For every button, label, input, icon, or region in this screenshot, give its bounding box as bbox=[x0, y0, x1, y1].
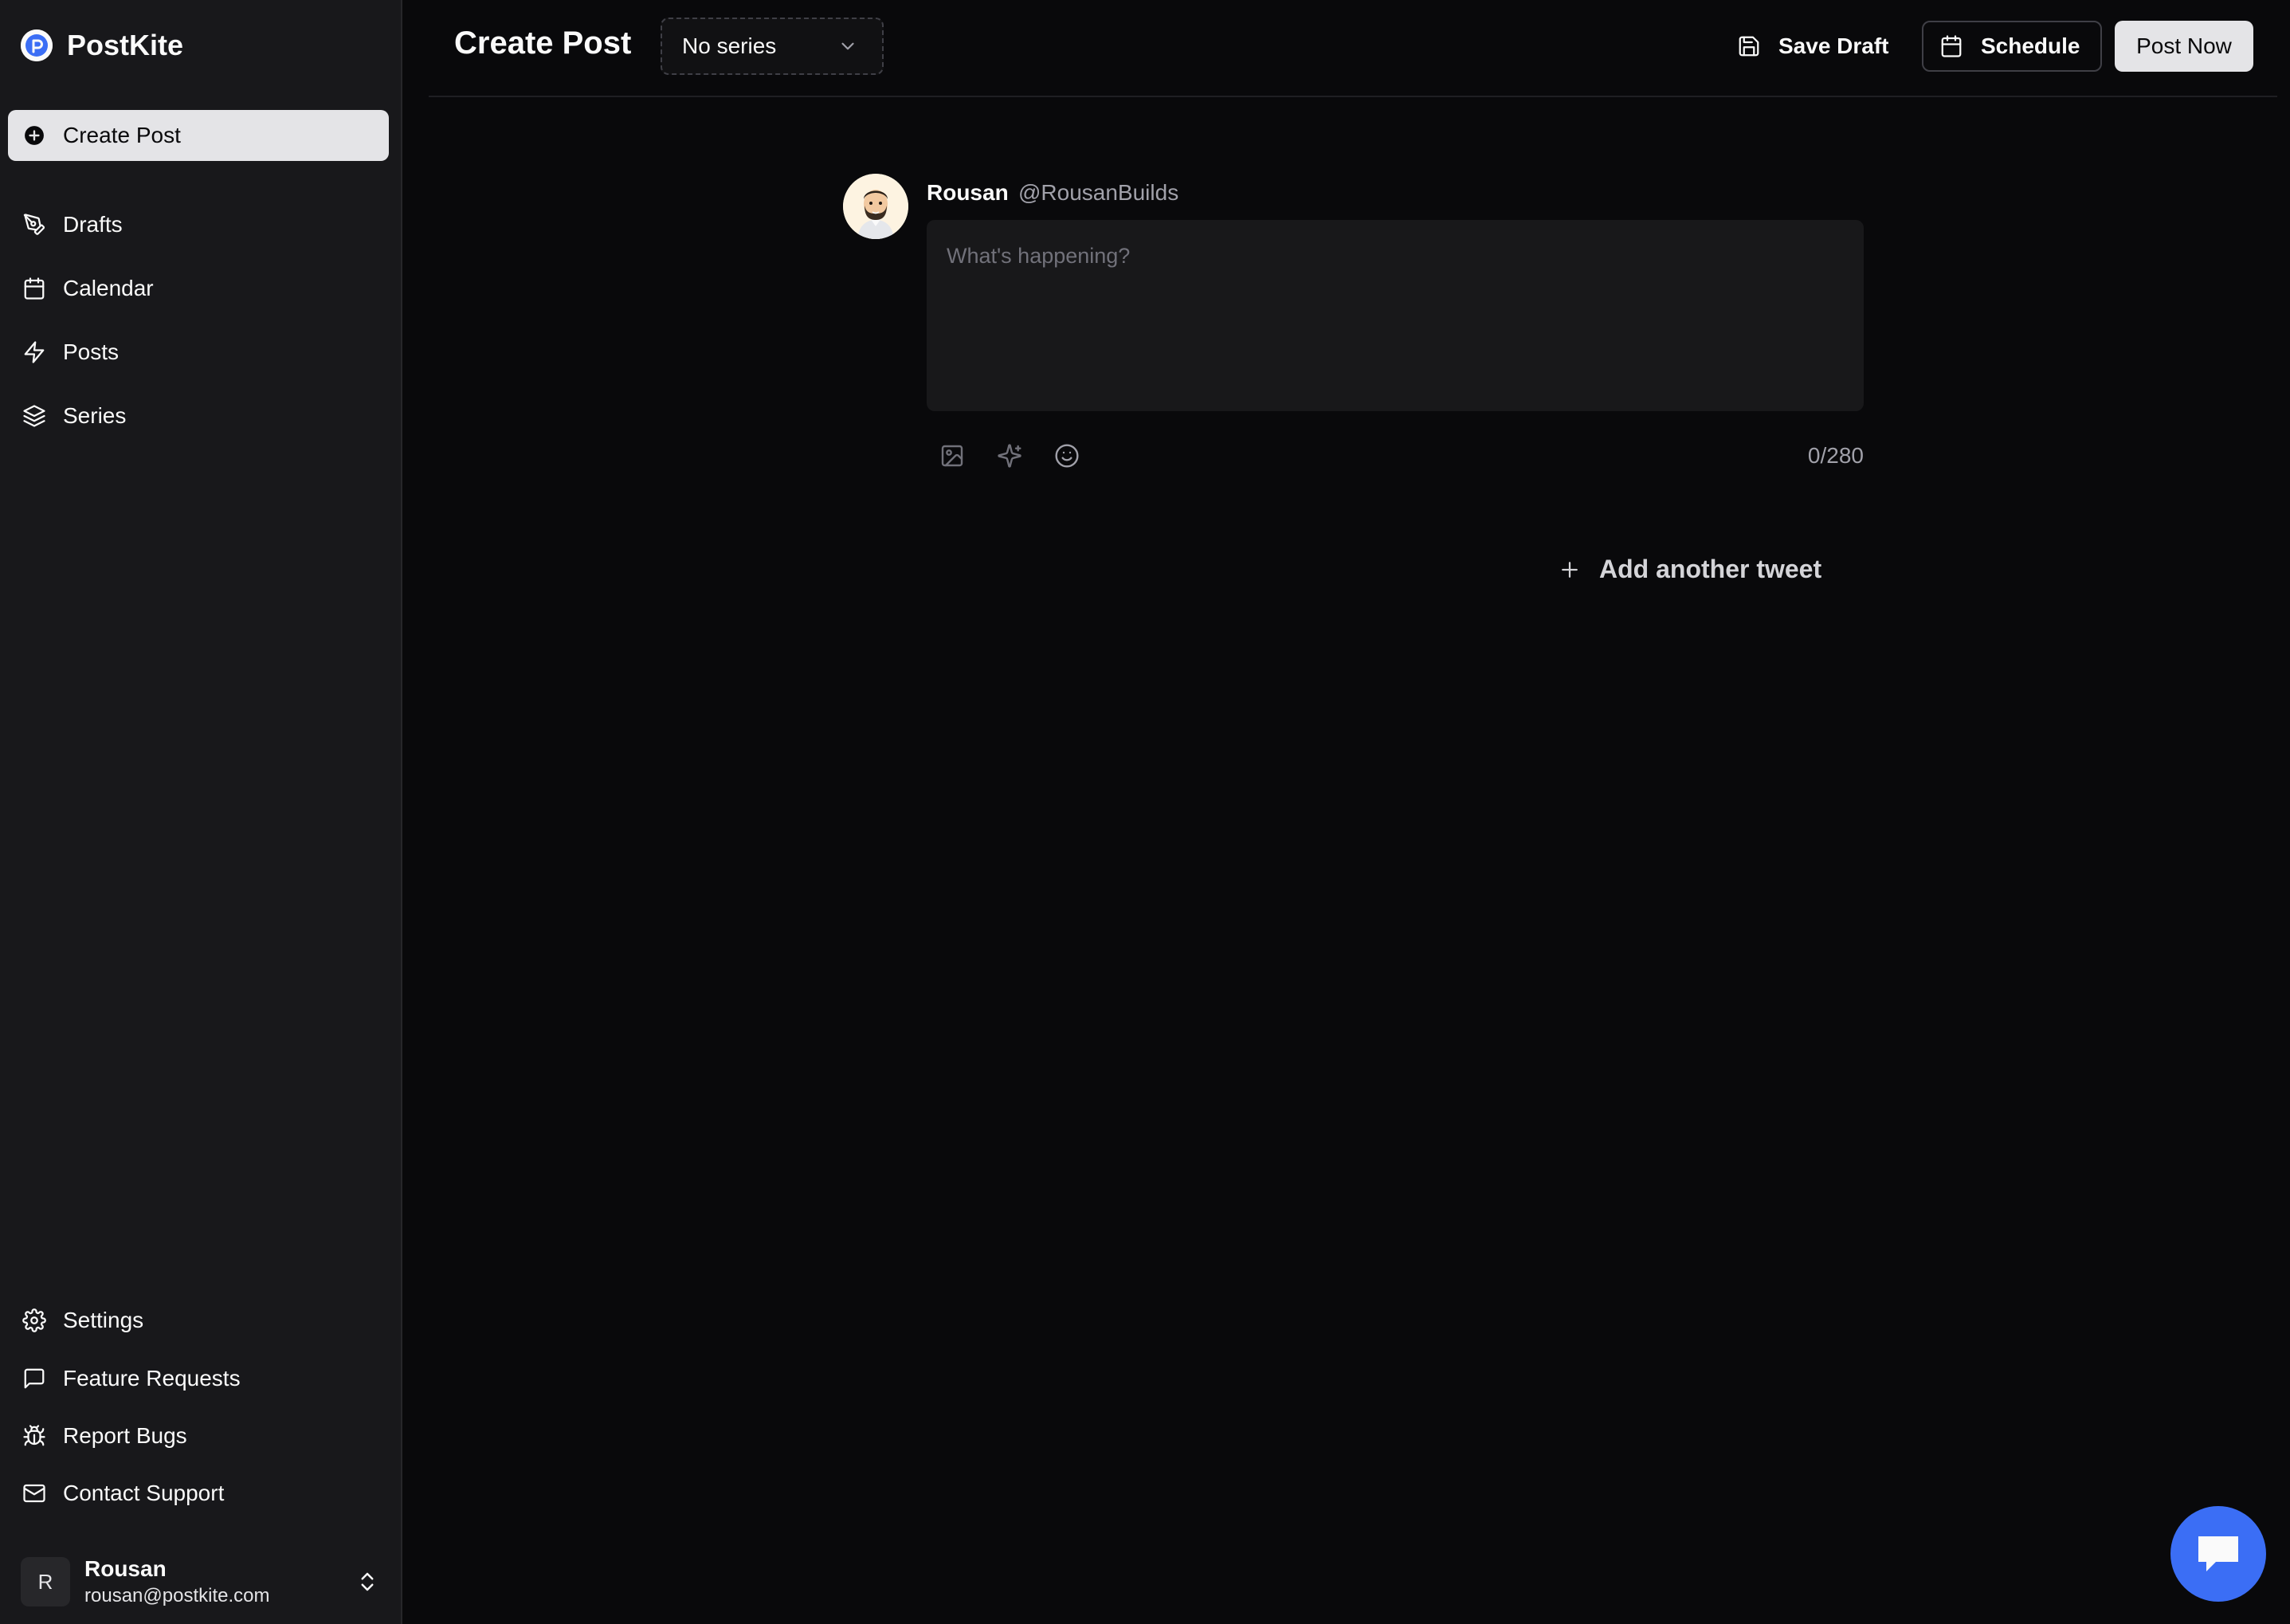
tweet-input[interactable] bbox=[927, 220, 1864, 411]
character-count: 0/280 bbox=[1807, 443, 1864, 468]
save-icon bbox=[1737, 34, 1761, 58]
post-now-button[interactable]: Post Now bbox=[2115, 21, 2253, 72]
sidebar: PostKite Create Post Drafts Calendar Pos… bbox=[0, 0, 402, 1624]
sidebar-item-label: Feature Requests bbox=[63, 1366, 241, 1391]
series-select[interactable]: No series bbox=[661, 18, 884, 75]
sparkles-icon[interactable] bbox=[995, 441, 1024, 470]
sidebar-item-label: Report Bugs bbox=[63, 1423, 187, 1448]
bug-icon bbox=[22, 1423, 47, 1449]
sidebar-item-series[interactable]: Series bbox=[8, 390, 389, 441]
calendar-icon bbox=[1939, 34, 1963, 58]
add-another-tweet-button[interactable]: Add another tweet bbox=[1558, 555, 1821, 584]
avatar: R bbox=[21, 1557, 70, 1606]
save-draft-button[interactable]: Save Draft bbox=[1729, 21, 1904, 72]
top-bar: Create Post No series Save Draft Schedul… bbox=[429, 0, 2277, 97]
support-chat-button[interactable] bbox=[2170, 1506, 2266, 1602]
sidebar-item-posts[interactable]: Posts bbox=[8, 327, 389, 378]
postkite-logo-icon bbox=[21, 29, 53, 61]
chevron-down-icon bbox=[837, 36, 858, 57]
sidebar-item-label: Calendar bbox=[63, 276, 154, 300]
sidebar-item-create-post[interactable]: Create Post bbox=[8, 110, 389, 161]
user-name: Rousan bbox=[84, 1556, 167, 1581]
emoji-icon[interactable] bbox=[1053, 441, 1081, 470]
sidebar-item-contact-support[interactable]: Contact Support bbox=[8, 1468, 389, 1519]
sidebar-item-feature-requests[interactable]: Feature Requests bbox=[8, 1353, 389, 1404]
layers-icon bbox=[22, 403, 47, 429]
brand[interactable]: PostKite bbox=[21, 29, 183, 62]
page-title: Create Post bbox=[454, 25, 632, 61]
sidebar-item-label: Posts bbox=[63, 339, 120, 364]
pen-tool-icon bbox=[22, 212, 47, 237]
mail-icon bbox=[22, 1481, 47, 1506]
author-handle: @RousanBuilds bbox=[1018, 180, 1179, 205]
sidebar-item-drafts[interactable]: Drafts bbox=[8, 199, 389, 250]
user-email: rousan@postkite.com bbox=[84, 1585, 270, 1606]
user-info: Rousan rousan@postkite.com bbox=[84, 1556, 269, 1607]
message-square-icon bbox=[22, 1366, 47, 1391]
sidebar-item-report-bugs[interactable]: Report Bugs bbox=[8, 1410, 389, 1461]
sidebar-item-label: Drafts bbox=[63, 212, 123, 237]
chat-icon bbox=[2194, 1532, 2243, 1576]
sidebar-item-calendar[interactable]: Calendar bbox=[8, 263, 389, 314]
calendar-icon bbox=[22, 276, 47, 301]
sidebar-item-label: Settings bbox=[63, 1308, 144, 1332]
schedule-button[interactable]: Schedule bbox=[1922, 21, 2102, 72]
zap-icon bbox=[22, 339, 47, 365]
schedule-label: Schedule bbox=[1981, 33, 2080, 58]
plus-icon bbox=[1558, 558, 1582, 582]
author-avatar bbox=[843, 174, 908, 239]
sidebar-item-label: Contact Support bbox=[63, 1481, 225, 1505]
image-icon[interactable] bbox=[938, 441, 967, 470]
sidebar-item-label: Series bbox=[63, 403, 127, 428]
series-select-value: No series bbox=[682, 33, 777, 58]
user-menu[interactable]: R Rousan rousan@postkite.com bbox=[21, 1554, 379, 1610]
author-name: Rousan bbox=[927, 180, 1009, 205]
gear-icon bbox=[22, 1308, 47, 1333]
sidebar-item-label: Create Post bbox=[63, 123, 181, 147]
sidebar-item-settings[interactable]: Settings bbox=[8, 1295, 389, 1346]
add-another-tweet-label: Add another tweet bbox=[1599, 555, 1822, 583]
chevrons-up-down-icon bbox=[355, 1568, 379, 1595]
save-draft-label: Save Draft bbox=[1778, 33, 1889, 58]
plus-circle-icon bbox=[22, 123, 47, 148]
brand-name: PostKite bbox=[67, 29, 184, 61]
